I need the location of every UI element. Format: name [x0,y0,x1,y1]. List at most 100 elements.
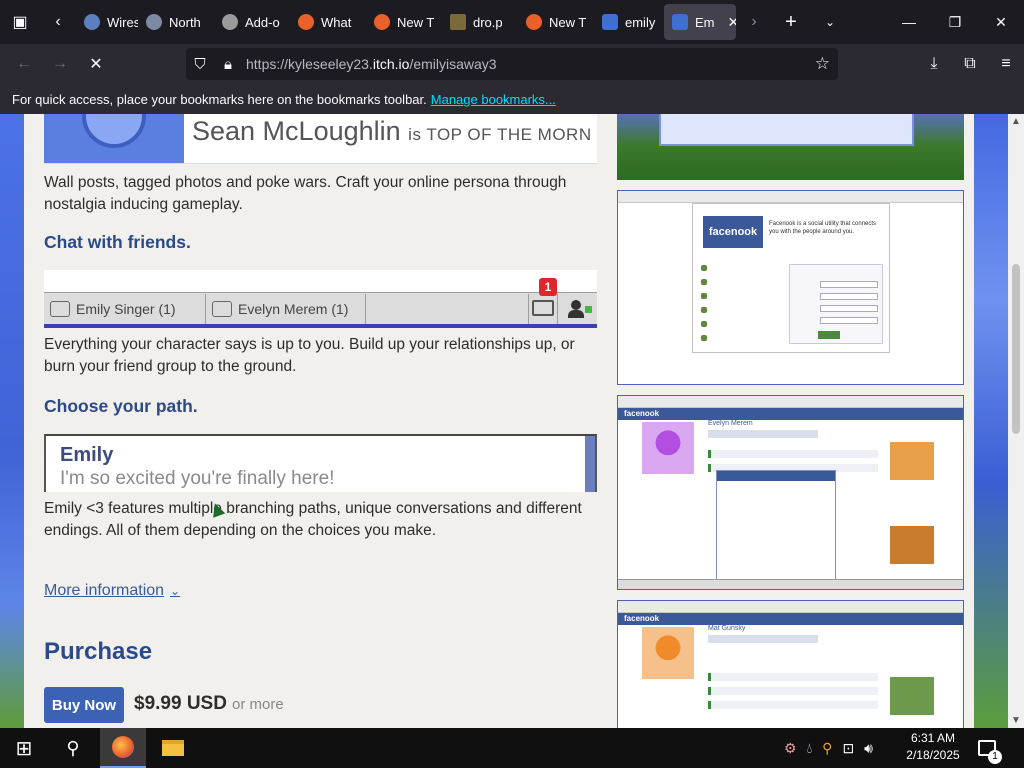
tab-6[interactable]: New T [518,4,594,40]
tab-overview-icon[interactable]: ▣ [0,0,40,44]
profile-name: Mat Gunsky [708,625,746,632]
buy-now-button[interactable]: Buy Now [44,687,124,723]
network-icon[interactable]: ⊡ [842,740,854,757]
tab-label: What [321,14,352,30]
back-icon[interactable]: ← [6,48,42,80]
facenook-logo: facenook [618,613,963,625]
chat-paragraph: Everything your character says is up to … [44,336,575,375]
new-tab-icon[interactable]: + [772,0,810,44]
nav-bar: ← → ✕ ⛉ 🔒︎ https://kyleseeley23.itch.io/… [0,44,1024,84]
facenook-tagline: Facenook is a social utility that connec… [769,221,877,235]
intro-paragraph: Wall posts, tagged photos and poke wars.… [44,174,567,213]
tab-strip: ▣ ‹ Wiresh North Add-o What New T dro.p … [0,0,1024,44]
list-tabs-icon[interactable]: ⌄ [810,0,850,44]
notifications-icon[interactable]: 1 [974,728,1002,768]
windows-start-icon[interactable]: ⊞ [0,728,48,768]
extensions-icon[interactable]: ⧉ [952,48,988,80]
tab-4[interactable]: New T [366,4,442,40]
page-background-left [0,114,24,728]
system-tray: ⚙ 💧︎ ⚲ ⊡ 🔊︎ [784,728,873,768]
online-user-icon [567,298,592,320]
tab-favicon [84,14,100,30]
page-viewport: Sean McLoughlin is TOP OF THE MORN Wall … [0,114,1024,728]
volume-icon[interactable]: 🔊︎ [864,740,873,757]
firefox-icon [298,14,314,30]
edge-icon [602,14,618,30]
file-explorer-icon[interactable] [150,728,196,768]
scrollbar-thumb[interactable] [1012,264,1020,434]
tab-scroll-right-icon[interactable]: › [736,0,772,44]
dialog-line: I'm so excited you're finally here! [60,468,335,489]
heading-path: Choose your path. [44,396,198,416]
firefox-icon [526,14,542,30]
tab-5[interactable]: dro.p [442,4,518,40]
screenshot-3[interactable]: facenook Evelyn Merem [617,395,964,590]
tab-label: Wiresh [107,14,138,30]
tab-3[interactable]: What [290,4,366,40]
forward-icon[interactable]: → [42,48,78,80]
bookmarks-toolbar: For quick access, place your bookmarks h… [0,84,1024,114]
tab-0[interactable]: Wiresh [76,4,138,40]
url-bar[interactable]: ⛉ 🔒︎ https://kyleseeley23.itch.io/emilyi… [186,48,838,80]
firefox-taskbar-icon[interactable] [100,728,146,768]
profile-name: Evelyn Merem [708,420,753,427]
search-tray-icon[interactable]: ⚲ [822,740,832,757]
taskbar-clock[interactable]: 6:31 AM 2/18/2025 [896,730,970,764]
more-information-link[interactable]: More information ⌄ [44,582,180,600]
monitor-icon [532,300,554,316]
stop-loading-icon[interactable]: ✕ [78,48,114,80]
page-scrollbar[interactable]: ▲ ▼ [1008,114,1024,728]
notification-badge: 1 [539,278,557,296]
windows-taskbar: ⊞ ⚲ ⚙ 💧︎ ⚲ ⊡ 🔊︎ 6:31 AM 2/18/2025 1 [0,728,1024,768]
tray-app-icon[interactable]: ⚙ [784,740,797,757]
url-text[interactable]: https://kyleseeley23.itch.io/emilyisaway… [246,56,497,72]
edge-icon [672,14,688,30]
restore-icon[interactable]: ❐ [932,0,978,44]
purchase-heading: Purchase [44,638,153,665]
lock-icon[interactable]: 🔒︎ [214,56,242,73]
menu-icon[interactable]: ≡ [988,48,1024,80]
download-icon[interactable]: ⤓ [916,48,952,80]
tab-label: Em [695,14,715,30]
scroll-down-icon[interactable]: ▼ [1011,715,1021,726]
tab-scroll-left-icon[interactable]: ‹ [40,0,76,44]
tab-label: North [169,14,201,30]
price-label: $9.99 USD [134,693,227,714]
close-window-icon[interactable]: ✕ [978,0,1024,44]
minimize-icon[interactable]: — [886,0,932,44]
path-paragraph: Emily <3 features multiple branching pat… [44,500,582,539]
screenshot-1[interactable] [617,114,964,180]
clock-time: 6:31 AM [910,731,956,745]
manage-bookmarks-link[interactable]: Manage bookmarks... [431,92,556,107]
bookmark-star-icon[interactable]: ☆ [815,54,830,74]
tab-label: New T [549,14,587,30]
dialog-speaker: Emily [60,444,114,466]
heading-chat: Chat with friends. [44,232,191,252]
chat-bar-image: Emily Singer (1) Evelyn Merem (1) 1 [44,270,597,328]
clock-date: 2/18/2025 [906,748,960,762]
close-tab-icon[interactable]: ✕ [728,14,737,31]
tab-1[interactable]: North [138,4,214,40]
chat-contact-chip: Emily Singer (1) [44,294,206,324]
scroll-up-icon[interactable]: ▲ [1011,116,1021,127]
screenshot-4[interactable]: facenook Mat Gunsky [617,600,964,728]
tab-7[interactable]: emily [594,4,664,40]
tab-label: dro.p [473,14,503,30]
tab-label: New T [397,14,435,30]
shield-icon[interactable]: ⛉ [186,56,214,73]
dialog-box-image: Emily I'm so excited you're finally here… [44,434,597,492]
screenshot-2[interactable]: facenook Facenook is a social utility th… [617,190,964,385]
chat-bubble-icon [50,301,70,317]
tab-8-active[interactable]: Em ✕ [664,4,736,40]
search-icon[interactable]: ⚲ [50,728,96,768]
page-background-right [974,114,1008,728]
profile-banner-image: Sean McLoughlin is TOP OF THE MORN [44,114,597,164]
chat-bubble-icon [212,301,232,317]
firefox-icon [374,14,390,30]
chevron-down-icon: ⌄ [170,584,181,598]
chat-contact-chip: Evelyn Merem (1) [206,294,366,324]
droplet-icon[interactable]: 💧︎ [807,740,813,757]
tab-2[interactable]: Add-o [214,4,290,40]
tab-label: Add-o [245,14,280,30]
tab-favicon [450,14,466,30]
